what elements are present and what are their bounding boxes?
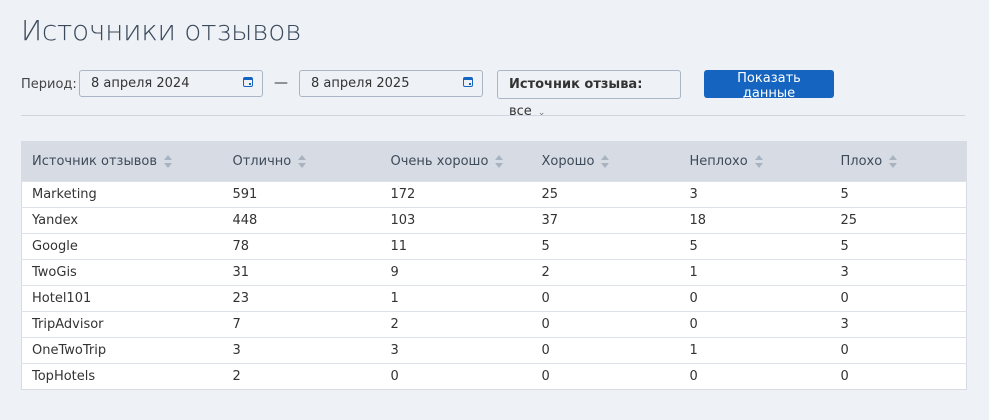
table-cell: 2: [380, 311, 532, 338]
table-cell: 3: [679, 181, 831, 208]
table-row: Google 78 11 5 5 5: [21, 233, 967, 260]
table-cell: TripAdvisor: [21, 311, 223, 338]
table-cell: 3: [380, 337, 532, 364]
column-header[interactable]: Неплохо: [679, 141, 831, 182]
table-cell: 5: [830, 233, 967, 260]
calendar-icon[interactable]: [243, 77, 253, 87]
date-to-value: 8 апреля 2025: [311, 76, 410, 91]
table-cell: 37: [531, 207, 680, 234]
table-cell: 3: [830, 259, 967, 286]
table-row: Yandex 448 103 37 18 25: [21, 207, 967, 234]
table-cell: 5: [679, 233, 831, 260]
table-cell: 0: [531, 311, 680, 338]
divider: [21, 115, 965, 116]
table-cell: 0: [830, 337, 967, 364]
sort-icon[interactable]: [754, 155, 764, 168]
table-cell: 2: [222, 363, 381, 390]
table-cell: 5: [531, 233, 680, 260]
table-cell: 25: [531, 181, 680, 208]
table-cell: 0: [380, 363, 532, 390]
table-cell: 103: [380, 207, 532, 234]
show-data-button[interactable]: Показать данные: [704, 70, 834, 101]
sort-icon[interactable]: [889, 155, 898, 168]
table-cell: 3: [222, 337, 381, 364]
table-cell: Google: [21, 233, 223, 260]
table-cell: 0: [679, 285, 831, 312]
table-cell: 0: [531, 363, 680, 390]
column-header-label: Хорошо: [541, 154, 595, 169]
column-header-label: Отлично: [232, 154, 292, 169]
source-select-value: все: [509, 104, 532, 119]
table-row: TopHotels 2 0 0 0 0: [21, 363, 967, 390]
table-cell: 9: [380, 259, 532, 286]
table-cell: 1: [380, 285, 532, 312]
table-cell: 25: [830, 207, 967, 234]
table-cell: 448: [222, 207, 381, 234]
column-header[interactable]: Отлично: [222, 141, 381, 182]
column-header-label: Источник отзывов: [32, 154, 157, 169]
table-cell: Marketing: [21, 181, 223, 208]
table-cell: 0: [679, 363, 831, 390]
column-header[interactable]: Источник отзывов: [21, 141, 223, 182]
column-header[interactable]: Хорошо: [531, 141, 680, 182]
table-cell: 31: [222, 259, 381, 286]
table-row: TwoGis 31 9 2 1 3: [21, 259, 967, 286]
period-label: Период:: [21, 77, 77, 92]
table-row: OneTwoTrip 3 3 0 1 0: [21, 337, 967, 364]
table-cell: 591: [222, 181, 381, 208]
sort-icon[interactable]: [298, 155, 307, 168]
page-title: Источники отзывов: [21, 14, 302, 47]
table-cell: 0: [679, 311, 831, 338]
table-cell: 0: [531, 285, 680, 312]
column-header-label: Плохо: [840, 154, 883, 169]
table-cell: 18: [679, 207, 831, 234]
table-cell: 2: [531, 259, 680, 286]
table-cell: 78: [222, 233, 381, 260]
table-cell: TwoGis: [21, 259, 223, 286]
table-cell: TopHotels: [21, 363, 223, 390]
table-cell: 7: [222, 311, 381, 338]
column-header-label: Неплохо: [689, 154, 748, 169]
table-row: Hotel101 23 1 0 0 0: [21, 285, 967, 312]
sort-icon[interactable]: [601, 155, 610, 168]
sources-table: Источник отзывов Отлично Очень хорошо Хорош…: [21, 141, 967, 390]
table-cell: 23: [222, 285, 381, 312]
column-header-label: Очень хорошо: [390, 154, 489, 169]
table-cell: 1: [679, 259, 831, 286]
date-from-input[interactable]: 8 апреля 2024: [79, 70, 263, 97]
table-cell: 3: [830, 311, 967, 338]
source-select-label: Источник отзыва:: [509, 77, 643, 92]
table-cell: 5: [830, 181, 967, 208]
table-row: TripAdvisor 7 2 0 0 3: [21, 311, 967, 338]
date-from-value: 8 апреля 2024: [91, 76, 190, 91]
table-cell: Hotel101: [21, 285, 223, 312]
table-cell: 172: [380, 181, 532, 208]
table-cell: 0: [531, 337, 680, 364]
table-row: Marketing 591 172 25 3 5: [21, 181, 967, 208]
column-header[interactable]: Очень хорошо: [380, 141, 532, 182]
table-cell: 11: [380, 233, 532, 260]
column-header[interactable]: Плохо: [830, 141, 967, 182]
calendar-icon[interactable]: [463, 77, 473, 87]
table-cell: 1: [679, 337, 831, 364]
table-cell: Yandex: [21, 207, 223, 234]
table-cell: 0: [830, 285, 967, 312]
sort-icon[interactable]: [495, 155, 504, 168]
table-header-row: Источник отзывов Отлично Очень хорошо Хорош…: [21, 141, 967, 182]
source-select[interactable]: Источник отзыва: все ⌄: [497, 70, 681, 119]
date-separator: —: [274, 75, 288, 91]
table-cell: OneTwoTrip: [21, 337, 223, 364]
sort-icon[interactable]: [164, 155, 173, 168]
date-to-input[interactable]: 8 апреля 2025: [299, 70, 483, 97]
table-cell: 0: [830, 363, 967, 390]
chevron-down-icon: ⌄: [537, 108, 546, 118]
